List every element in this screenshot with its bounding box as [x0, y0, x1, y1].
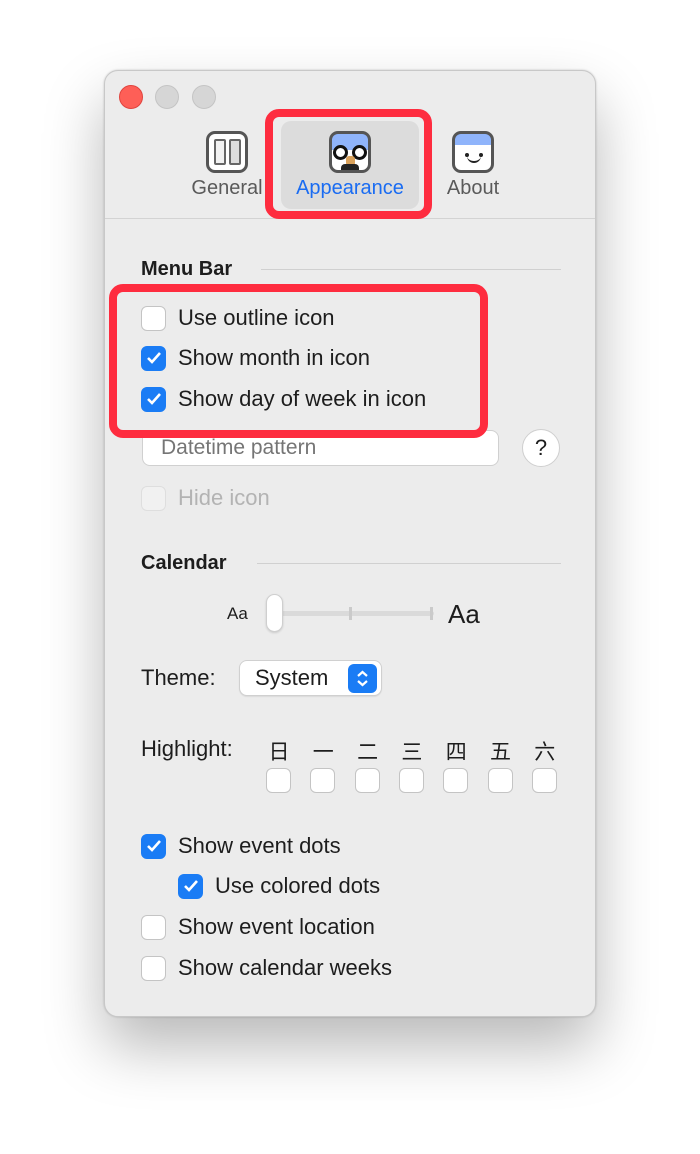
theme-select[interactable]: System: [239, 660, 382, 696]
option-hide-icon[interactable]: Hide icon: [141, 485, 270, 511]
chevron-up-down-icon: [348, 664, 377, 693]
weekday-label: 一: [312, 741, 334, 764]
theme-value: System: [255, 665, 329, 690]
option-label: Show event dots: [178, 833, 341, 858]
option-show-event-dots[interactable]: Show event dots: [141, 833, 341, 859]
checkmark-icon: [183, 880, 198, 892]
font-size-small-label: Aa: [227, 604, 248, 623]
font-size-large-label: Aa: [448, 599, 480, 629]
highlight-day-checkbox[interactable]: [354, 768, 380, 793]
minimize-button[interactable]: [155, 85, 179, 109]
checkbox[interactable]: [141, 914, 166, 940]
zoom-button[interactable]: [192, 85, 216, 109]
option-label: Use colored dots: [215, 873, 381, 898]
weekday-label: 四: [445, 741, 467, 764]
weekday-label: 日: [268, 741, 290, 764]
help-button[interactable]: ?: [522, 429, 560, 467]
theme-label: Theme:: [141, 665, 216, 690]
tab-general[interactable]: General: [187, 121, 267, 209]
annotation-highlight-menu-bar-options: [109, 284, 488, 438]
option-use-colored-dots[interactable]: Use colored dots: [178, 873, 380, 899]
weekday-label: 三: [401, 741, 423, 764]
highlight-day-checkbox[interactable]: [266, 768, 291, 793]
checkbox[interactable]: [141, 833, 166, 859]
close-button[interactable]: [119, 85, 143, 109]
smiley-calendar-icon: [452, 131, 494, 173]
option-show-event-location[interactable]: Show event location: [141, 914, 375, 940]
option-label: Show event location: [178, 914, 375, 939]
checkbox[interactable]: [178, 873, 203, 899]
highlight-day-checkbox[interactable]: [310, 768, 336, 793]
section-title-calendar: Calendar: [141, 552, 227, 574]
weekday-label: 六: [534, 741, 556, 764]
divider: [261, 269, 561, 270]
checkbox[interactable]: [141, 955, 166, 981]
option-show-calendar-weeks[interactable]: Show calendar weeks: [141, 955, 392, 981]
option-label: Show calendar weeks: [178, 955, 393, 980]
annotation-highlight-appearance-tab: [265, 109, 432, 219]
font-size-slider[interactable]: [278, 607, 434, 620]
general-icon: [206, 131, 248, 173]
checkmark-icon: [146, 840, 161, 852]
slider-thumb[interactable]: [266, 594, 283, 632]
highlight-day-checkbox[interactable]: [487, 768, 513, 793]
highlight-day-checkbox[interactable]: [531, 768, 557, 793]
divider: [257, 563, 561, 564]
tab-label: About: [446, 177, 500, 199]
section-title-menu-bar: Menu Bar: [141, 258, 233, 280]
highlight-day-checkbox[interactable]: [398, 768, 424, 793]
weekday-label: 二: [357, 741, 379, 764]
tab-about[interactable]: About: [433, 121, 513, 209]
weekday-label: 五: [490, 741, 511, 764]
highlight-day-checkbox[interactable]: [443, 768, 469, 793]
checkbox[interactable]: [141, 485, 166, 511]
option-label: Hide icon: [178, 485, 270, 510]
highlight-label: Highlight:: [141, 736, 233, 761]
tab-label: General: [191, 177, 263, 199]
